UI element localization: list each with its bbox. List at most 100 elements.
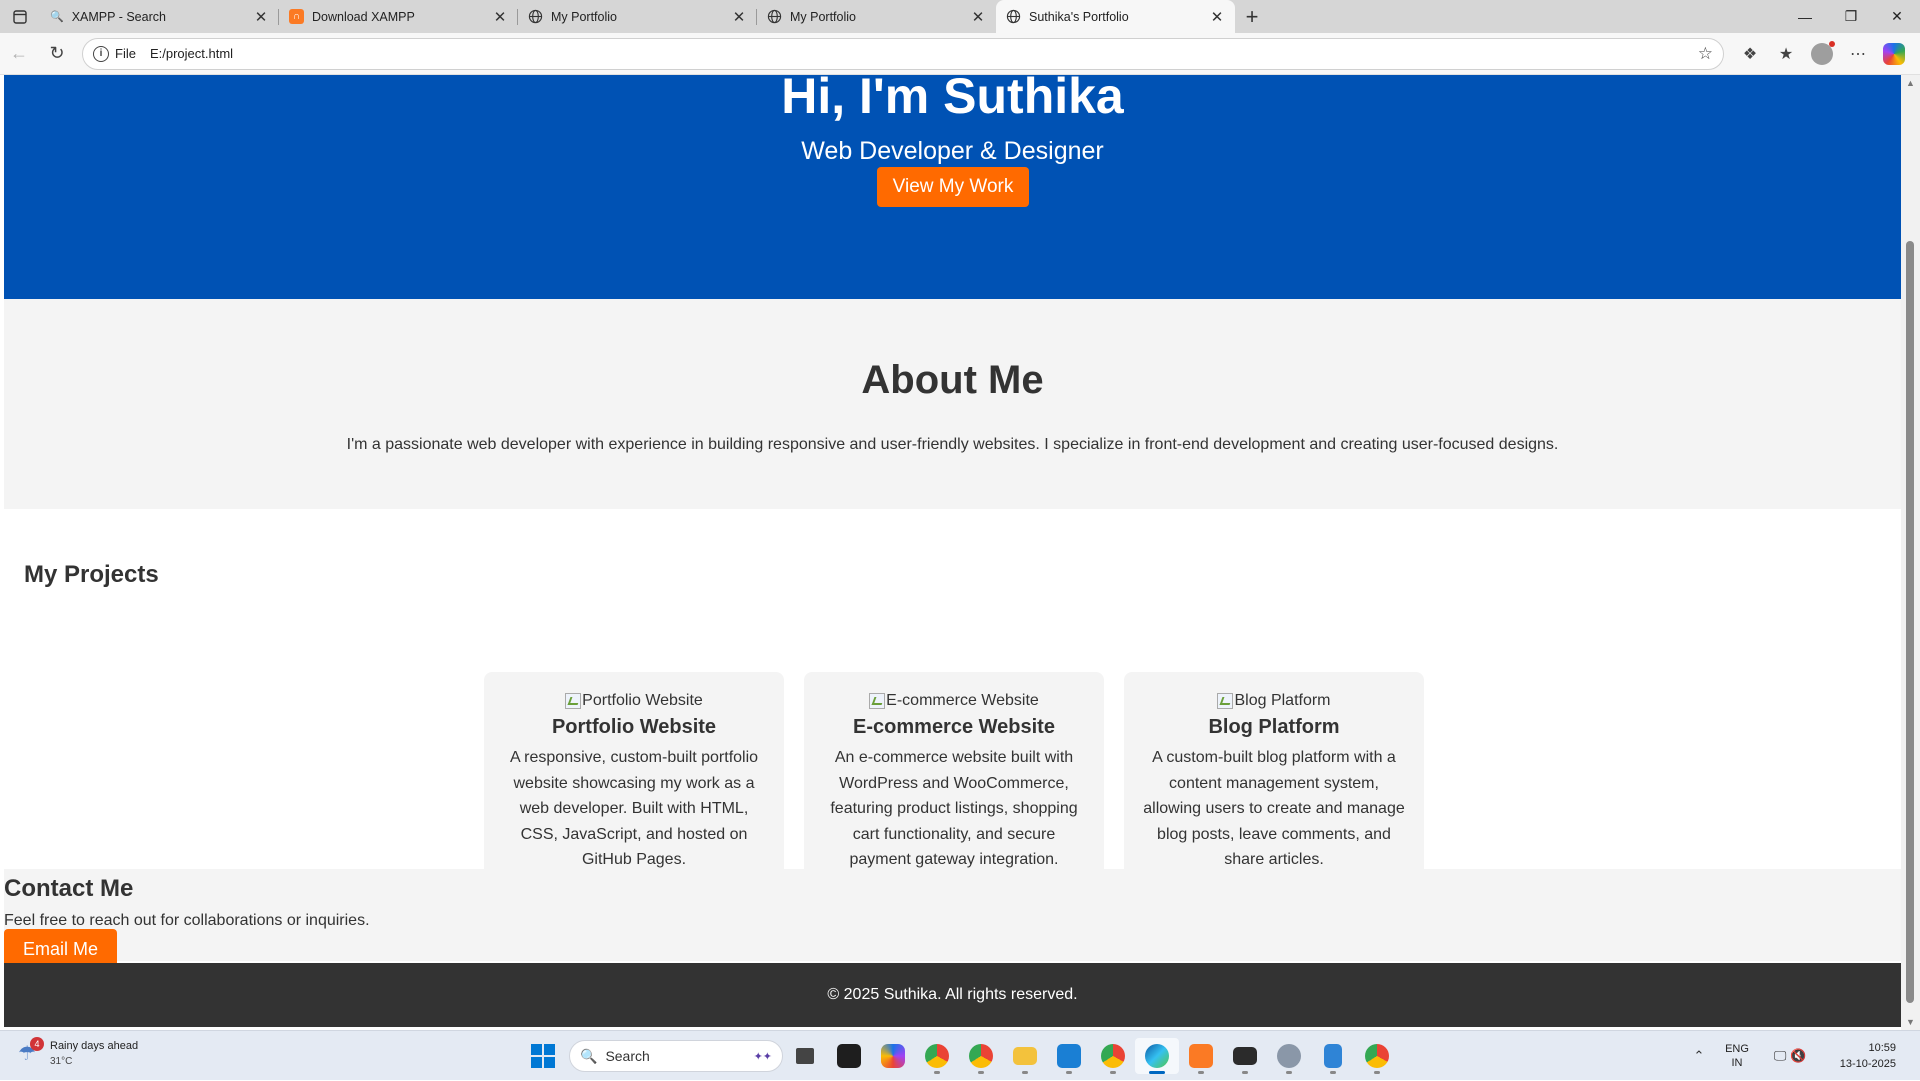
scroll-up-arrow-icon[interactable]: ▲ <box>1901 75 1920 91</box>
address-bar[interactable]: i File E:/project.html ☆ <box>82 37 1724 70</box>
network-volume-icons[interactable]: 🖵 🔇 <box>1760 1048 1820 1064</box>
globe-icon <box>767 9 782 24</box>
view-my-work-button[interactable]: View My Work <box>877 167 1029 207</box>
close-tab-icon[interactable]: ✕ <box>1209 8 1225 26</box>
xampp-icon: ∩ <box>289 9 304 24</box>
project-description: An e-commerce website built with WordPre… <box>830 749 1078 868</box>
page-scrollbar[interactable]: ▲ ▼ <box>1901 75 1920 1030</box>
project-description: A custom-built blog platform with a cont… <box>1143 749 1405 868</box>
file-explorer-app[interactable] <box>1003 1038 1047 1074</box>
cmd-app[interactable] <box>1223 1038 1267 1074</box>
notepad-icon <box>1324 1044 1342 1068</box>
close-tab-icon[interactable]: ✕ <box>492 8 508 26</box>
broken-image-icon <box>869 693 886 709</box>
hero-subtitle: Web Developer & Designer <box>801 137 1104 165</box>
start-button[interactable] <box>525 1038 561 1074</box>
chrome-app-2[interactable] <box>1091 1038 1135 1074</box>
favorites-icon[interactable]: ★ <box>1768 38 1804 70</box>
copilot-icon <box>881 1044 905 1068</box>
image-alt-text: Portfolio Website <box>582 692 703 709</box>
chrome-app[interactable] <box>915 1038 959 1074</box>
contact-text: Feel free to reach out for collaboration… <box>4 912 370 929</box>
weather-widget[interactable]: ☂ 4 Rainy days ahead 31°C <box>18 1037 139 1069</box>
close-tab-icon[interactable]: ✕ <box>970 8 986 26</box>
taskbar-apps: 🔍 Search ✦✦ <box>525 1038 1399 1074</box>
scrollbar-thumb[interactable] <box>1906 241 1914 1003</box>
address-scheme: File <box>115 46 136 61</box>
tab-suthikas-portfolio[interactable]: Suthika's Portfolio ✕ <box>996 0 1235 33</box>
project-title: Blog Platform <box>1208 716 1340 738</box>
edge-icon <box>1145 1044 1169 1068</box>
about-text: I'm a passionate web developer with expe… <box>346 436 1559 453</box>
close-tab-icon[interactable]: ✕ <box>731 8 747 26</box>
scroll-down-arrow-icon[interactable]: ▼ <box>1901 1014 1920 1030</box>
task-view-icon <box>796 1048 814 1064</box>
search-icon: 🔍 <box>580 1047 598 1064</box>
vscode-icon <box>1057 1044 1081 1068</box>
favorite-star-icon[interactable]: ☆ <box>1698 44 1713 64</box>
avatar <box>1811 40 1835 65</box>
globe-icon <box>1006 9 1021 24</box>
weather-temp: 31°C <box>50 1056 73 1067</box>
tab-xampp-search[interactable]: 🔍 XAMPP - Search ✕ <box>40 0 279 33</box>
extensions-icon[interactable]: ❖ <box>1732 38 1768 70</box>
tab-download-xampp[interactable]: ∩ Download XAMPP ✕ <box>279 0 518 33</box>
xampp-icon <box>1189 1044 1213 1068</box>
tab-title: Suthika's Portfolio <box>1029 9 1129 24</box>
taskbar-search[interactable]: 🔍 Search ✦✦ <box>569 1040 783 1072</box>
broken-image-icon <box>1217 693 1234 709</box>
chrome-icon <box>969 1044 993 1068</box>
clock-date: 13-10-2025 <box>1839 1058 1896 1070</box>
weather-text: Rainy days ahead <box>50 1040 139 1052</box>
close-window-button[interactable]: ✕ <box>1874 0 1920 33</box>
chrome-app-3[interactable] <box>1355 1038 1399 1074</box>
terminal-app[interactable] <box>827 1038 871 1074</box>
clock[interactable]: 10:59 13-10-2025 <box>1820 1040 1920 1072</box>
copilot-icon <box>1883 42 1905 65</box>
footer-text: © 2025 Suthika. All rights reserved. <box>827 986 1078 1003</box>
tab-actions-button[interactable] <box>0 0 40 33</box>
back-button[interactable]: ← <box>0 37 38 71</box>
more-menu-icon[interactable]: ⋯ <box>1840 38 1876 70</box>
search-highlight-icon: ✦✦ <box>753 1050 772 1063</box>
address-url[interactable]: E:/project.html <box>150 46 1698 61</box>
language-indicator[interactable]: ENG IN <box>1714 1042 1760 1070</box>
search-icon: 🔍 <box>50 11 64 23</box>
new-tab-button[interactable]: + <box>1235 0 1269 33</box>
notepad-app[interactable] <box>1311 1038 1355 1074</box>
show-hidden-icons-chevron-icon[interactable]: ⌃ <box>1684 1048 1714 1064</box>
chrome-icon <box>925 1044 949 1068</box>
edge-app[interactable] <box>1135 1038 1179 1074</box>
project-image: Portfolio Website <box>502 692 766 710</box>
minimize-button[interactable]: — <box>1782 0 1828 33</box>
project-title: Portfolio Website <box>551 716 717 738</box>
clock-time: 10:59 <box>1868 1042 1896 1054</box>
profile-button[interactable] <box>1804 38 1840 70</box>
plus-icon: + <box>1245 3 1259 29</box>
window-controls: — ❐ ✕ <box>1782 0 1920 33</box>
xampp-app[interactable] <box>1179 1038 1223 1074</box>
globe-icon <box>528 9 543 24</box>
projects-heading: My Projects <box>24 561 159 588</box>
reload-button[interactable]: ↻ <box>38 37 76 71</box>
site-info-icon[interactable]: i <box>93 45 109 62</box>
settings-app[interactable] <box>1267 1038 1311 1074</box>
copilot-app[interactable] <box>871 1038 915 1074</box>
broken-image-icon <box>565 693 582 709</box>
copilot-button[interactable] <box>1876 38 1912 70</box>
vscode-app[interactable] <box>1047 1038 1091 1074</box>
toolbar-icons: ❖ ★ ⋯ <box>1732 38 1912 70</box>
contact-heading: Contact Me <box>4 875 134 902</box>
notification-badge: 4 <box>30 1037 44 1051</box>
region-code: IN <box>1731 1057 1743 1069</box>
tab-my-portfolio-2[interactable]: My Portfolio ✕ <box>757 0 996 33</box>
rain-umbrella-icon: ☂ 4 <box>18 1037 44 1067</box>
language-code: ENG <box>1725 1043 1749 1055</box>
reload-icon: ↻ <box>49 43 65 63</box>
chrome-canary-app[interactable] <box>959 1038 1003 1074</box>
tab-my-portfolio-1[interactable]: My Portfolio ✕ <box>518 0 757 33</box>
task-view-button[interactable] <box>783 1038 827 1074</box>
restore-button[interactable]: ❐ <box>1828 0 1874 33</box>
close-icon: ✕ <box>1891 8 1903 24</box>
close-tab-icon[interactable]: ✕ <box>253 8 269 26</box>
